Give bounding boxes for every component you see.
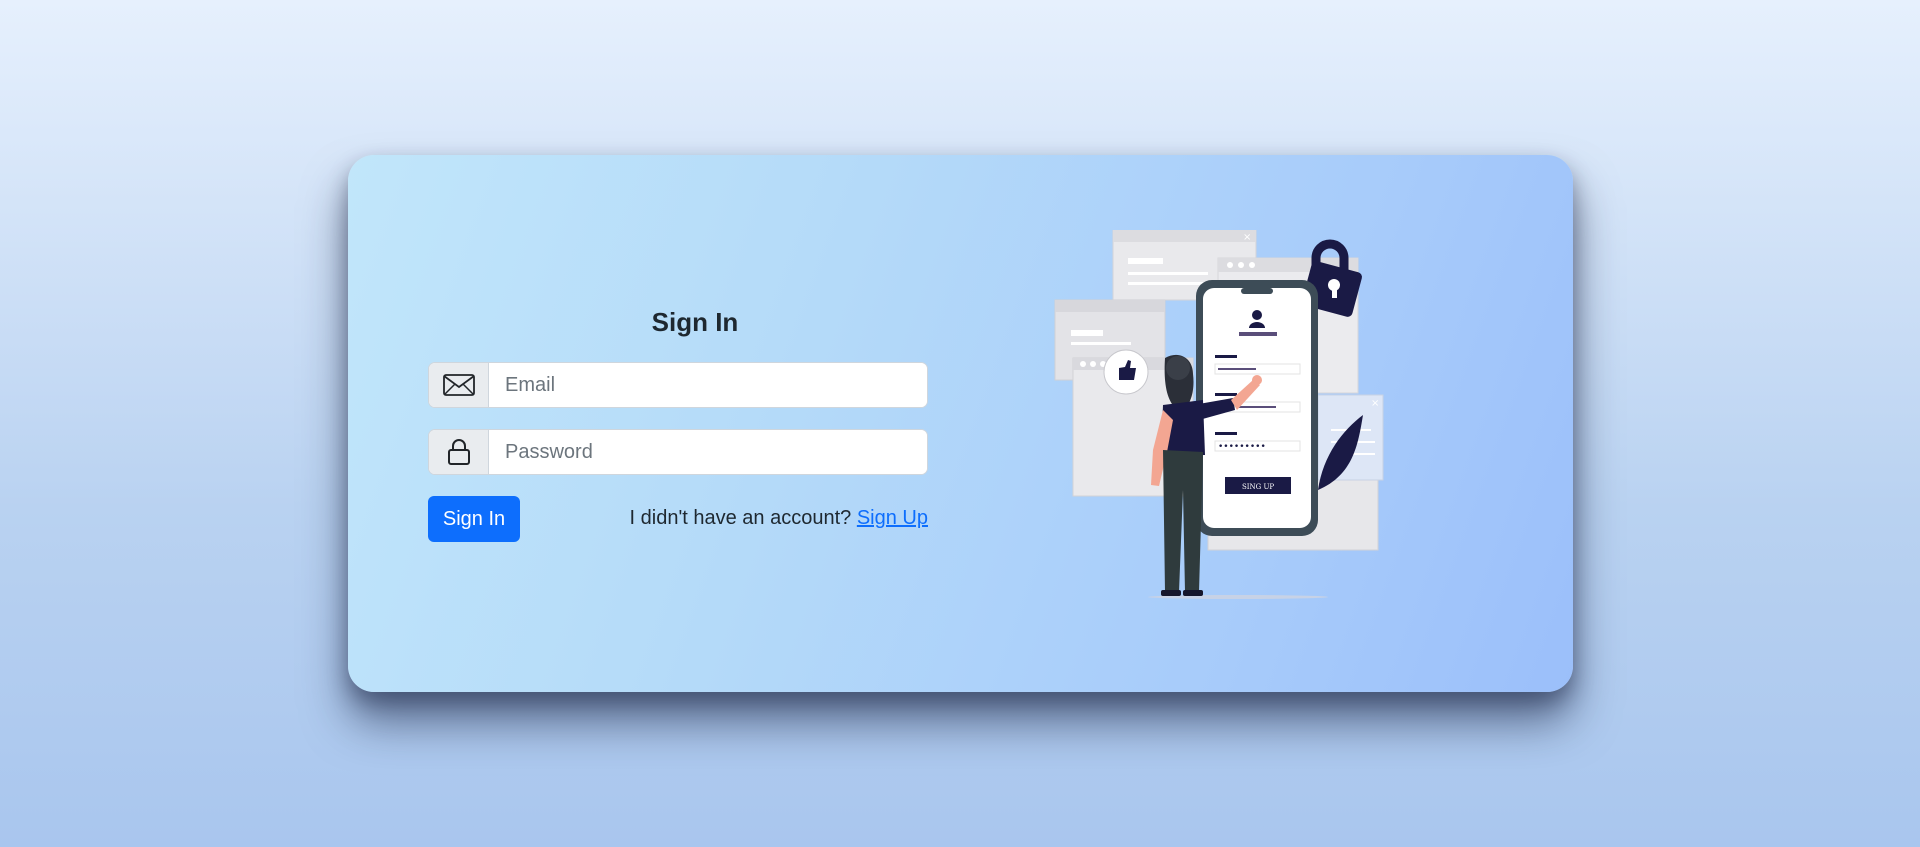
- svg-text:×: ×: [1371, 398, 1379, 409]
- svg-text:×: ×: [1243, 232, 1251, 243]
- page-title: Sign In: [651, 307, 739, 337]
- envelope-icon: [429, 363, 489, 407]
- login-card: Sign In Sign In I didn't have an account…: [348, 155, 1573, 692]
- email-input-group: [428, 362, 928, 408]
- signup-prompt-text: I didn't have an account?: [629, 507, 852, 529]
- lock-icon: [429, 430, 489, 474]
- signup-prompt: I didn't have an account? Sign Up: [630, 507, 928, 530]
- sign-in-button[interactable]: Sign In: [428, 496, 520, 542]
- phone-password-mask: •••••••••: [1218, 442, 1266, 452]
- phone-signup-label: SING UP: [1242, 483, 1274, 491]
- email-field[interactable]: [490, 363, 927, 407]
- sign-up-link[interactable]: Sign Up: [857, 507, 928, 529]
- password-field[interactable]: [490, 430, 927, 474]
- password-input-group: [428, 429, 928, 475]
- signup-illustration: × × ••••••••• SING UP: [1054, 230, 1384, 599]
